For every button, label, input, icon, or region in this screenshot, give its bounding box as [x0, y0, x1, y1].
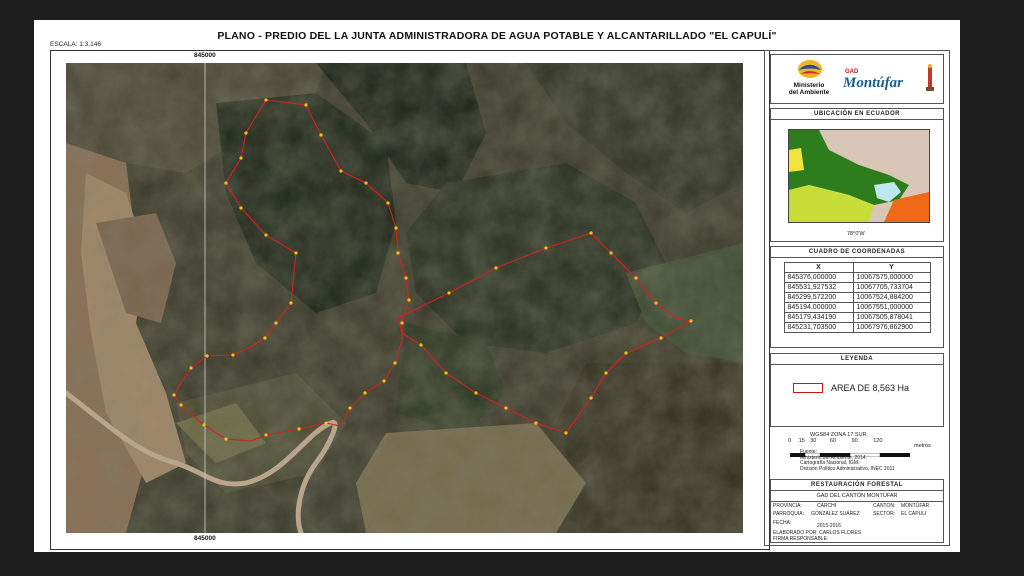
table-row: 845194,000000 10067551,000000 [783, 302, 931, 313]
cell-x: 845179,434190 [783, 312, 854, 323]
info-heading: RESTAURACIÓN FORESTAL [771, 480, 943, 491]
date-value: 2015-2016 [817, 523, 841, 529]
table-row: 845376,000000 10067575,000000 [783, 272, 931, 283]
scale-box: WGS84 ZONA 17 SUR 0 15 30 60 90 120 metr… [770, 431, 944, 475]
ministerio-logo [793, 59, 823, 81]
gad-logo-text: Montúfar [843, 75, 904, 91]
coordinates-heading: CUADRO DE COORDENADAS [771, 247, 943, 258]
parish-value: GONZÁLEZ SUÁREZ [811, 511, 860, 517]
legend-box: LEYENDA AREA DE 8,563 Ha [770, 353, 944, 427]
table-row: 845531,927532 10067705,733704 [783, 282, 931, 293]
scale-bar [790, 444, 910, 458]
table-row: 845299,572200 10067524,884200 [783, 292, 931, 303]
col-y: Y [852, 262, 931, 273]
location-heading: UBICACIÓN EN ECUADOR [771, 109, 943, 120]
cell-y: 10067505,878041 [852, 312, 931, 323]
coordinates-box: CUADRO DE COORDENADAS X Y 845376,000000 1… [770, 246, 944, 348]
province-label: PROVINCIA: [773, 503, 802, 509]
map-title: PLANO - PREDIO DEL LA JUNTA ADMINISTRADO… [217, 30, 777, 42]
canton-label: CANTON: [873, 503, 896, 509]
location-minimap [788, 129, 930, 223]
cell-x: 845376,000000 [783, 272, 854, 283]
parish-label: PARROQUIA: [773, 511, 805, 517]
gad-label: GAD DEL CANTÓN MONTÚFAR [771, 491, 943, 502]
col-x: X [783, 262, 854, 273]
cell-y: 10067524,884200 [852, 292, 931, 303]
longitude-label: 78°0'W [847, 231, 865, 237]
cell-y: 10067575,000000 [852, 272, 931, 283]
ministerio-line2: del Ambiente [788, 89, 830, 96]
monument-icon [923, 63, 937, 93]
cell-x: 845531,927532 [783, 282, 854, 293]
table-row: 845179,434190 10067505,878041 [783, 312, 931, 323]
cell-y: 10067705,733704 [852, 282, 931, 293]
ministerio-line1: Ministerio [793, 82, 825, 89]
grid-label-top: 845000 [194, 52, 216, 59]
sources: Fuente: Ministerio del Ambiente, 2014. C… [800, 449, 895, 472]
cell-x: 845231,703500 [783, 322, 854, 333]
legend-heading: LEYENDA [771, 354, 943, 365]
source-line: División Político Administrativo, INEC 2… [800, 465, 895, 472]
province-value: CARCHI [817, 503, 837, 509]
cell-y: 10067551,000000 [852, 302, 931, 313]
signature: FIRMA RESPONSABLE: [773, 536, 829, 542]
legend-item: AREA DE 8,563 Ha [831, 383, 910, 393]
scale-unit: metros [914, 443, 931, 449]
satellite-imagery [66, 63, 743, 533]
sector-label: SECTOR: [873, 511, 896, 517]
date-label: FECHA: [773, 520, 792, 526]
ministerio-text: Ministerio del Ambiente [785, 82, 833, 96]
sector-value: EL CAPULÍ [901, 511, 927, 517]
legend-swatch [793, 383, 823, 393]
location-box: UBICACIÓN EN ECUADOR 78°0'W [770, 108, 944, 242]
satellite-map[interactable] [66, 63, 743, 533]
cell-y: 10067976,862900 [852, 322, 931, 333]
canton-value: MONTÚFAR [901, 503, 930, 509]
info-box: RESTAURACIÓN FORESTAL GAD DEL CANTÓN MON… [770, 479, 944, 543]
grid-label-bottom: 845000 [194, 535, 216, 542]
coordinates-table: X Y 845376,000000 10067575,000000 845531,… [783, 262, 931, 333]
logos-box: Ministerio del Ambiente GAD Montúfar [770, 54, 944, 104]
cell-x: 845194,000000 [783, 302, 854, 313]
table-row: 845231,703500 10067976,862900 [783, 322, 931, 333]
cell-x: 845299,572200 [783, 292, 854, 303]
scale-text: ESCALA: 1:3.146 [50, 41, 101, 48]
